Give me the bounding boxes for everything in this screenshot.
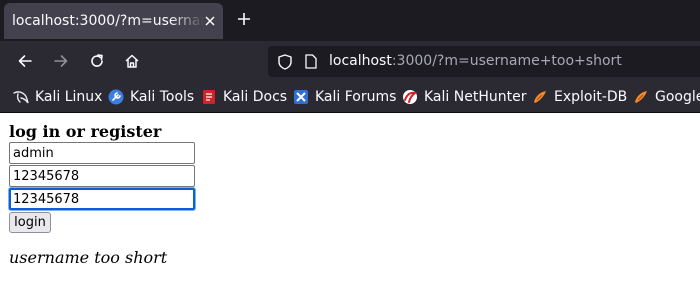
- bookmark-label: Kali Docs: [223, 89, 288, 105]
- url-host: localhost: [329, 53, 392, 69]
- bookmarks-toolbar: Kali Linux Kali Tools Kali Docs Kali For…: [0, 81, 700, 113]
- bookmark-label: Kali Forums: [315, 89, 397, 105]
- bookmark-exploit-db[interactable]: Exploit-DB: [532, 88, 627, 106]
- bookmark-label: Google: [655, 89, 700, 105]
- kali-tools-icon: [108, 89, 124, 105]
- google-hacking-icon: [635, 91, 647, 103]
- kali-docs-icon: [203, 90, 215, 104]
- url-text[interactable]: localhost:3000/?m=username+too+short: [329, 53, 622, 69]
- url-bar[interactable]: localhost:3000/?m=username+too+short: [268, 46, 700, 77]
- bookmark-kali-nethunter[interactable]: Kali NetHunter: [402, 88, 526, 106]
- bookmark-kali-docs[interactable]: Kali Docs: [201, 88, 287, 106]
- home-icon[interactable]: [124, 53, 140, 69]
- shield-icon[interactable]: [278, 54, 292, 70]
- tab-bar: localhost:3000/?m=username too short: [0, 0, 700, 41]
- bookmark-label: Kali Tools: [130, 89, 195, 105]
- bookmark-label: Kali Linux: [35, 89, 103, 105]
- bookmark-label: Kali NetHunter: [424, 89, 527, 105]
- tab-title: localhost:3000/?m=username too short: [12, 13, 204, 29]
- bookmark-google-hacking[interactable]: Google: [633, 88, 700, 106]
- plus-icon[interactable]: [236, 11, 252, 27]
- browser-tab[interactable]: localhost:3000/?m=username too short: [4, 3, 223, 39]
- arrow-left-icon[interactable]: [17, 53, 33, 69]
- username-input[interactable]: [9, 142, 195, 164]
- page-content: log in or register login username too sh…: [0, 113, 700, 289]
- bookmark-kali-linux[interactable]: Kali Linux: [13, 88, 102, 106]
- close-icon[interactable]: [203, 14, 217, 28]
- error-message: username too short: [9, 248, 168, 267]
- password-confirm-input[interactable]: [9, 188, 195, 210]
- nethunter-icon: [403, 90, 418, 104]
- url-path: :3000/?m=username+too+short: [391, 53, 622, 69]
- page-heading: log in or register: [9, 122, 162, 141]
- reload-icon[interactable]: [89, 53, 105, 69]
- arrow-right-icon[interactable]: [53, 53, 69, 69]
- bookmark-kali-forums[interactable]: Kali Forums: [293, 88, 396, 106]
- page-icon[interactable]: [305, 54, 317, 69]
- bookmark-label: Exploit-DB: [554, 89, 628, 105]
- exploit-db-icon: [534, 91, 546, 103]
- login-button[interactable]: login: [9, 212, 51, 233]
- kali-dragon-icon: [13, 91, 29, 104]
- password-input[interactable]: [9, 165, 195, 187]
- kali-forums-icon: [294, 90, 308, 104]
- bookmark-kali-tools[interactable]: Kali Tools: [108, 88, 194, 106]
